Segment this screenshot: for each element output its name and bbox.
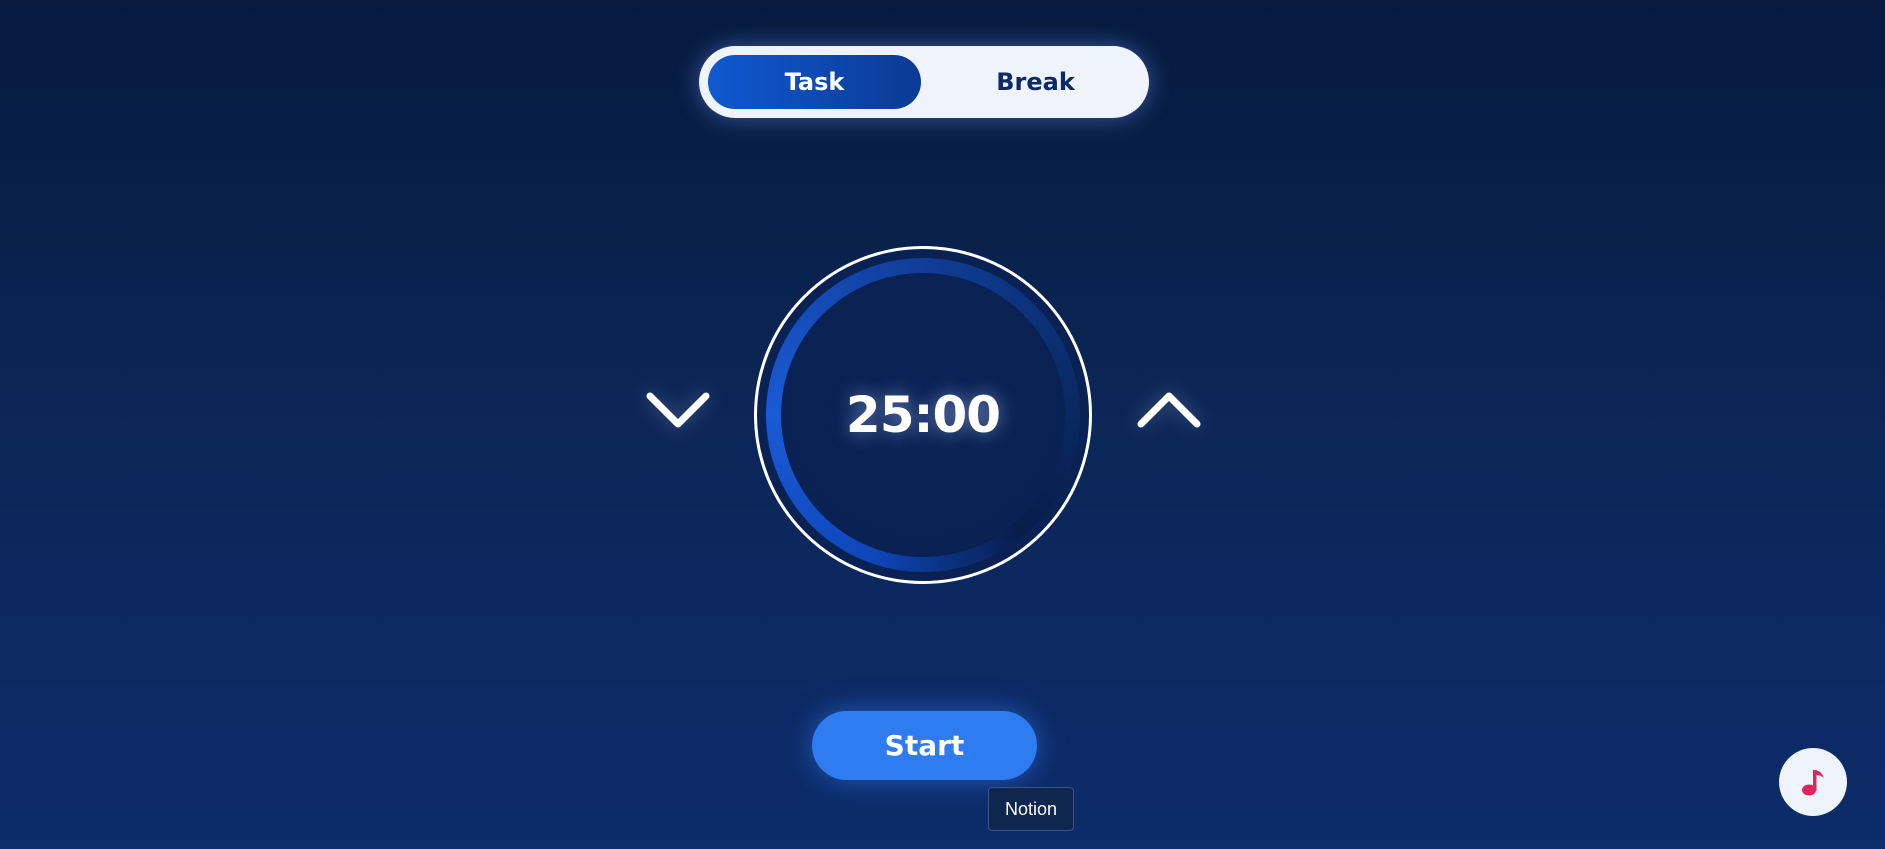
decrease-time-button[interactable] bbox=[638, 375, 718, 445]
chevron-down-icon bbox=[646, 392, 710, 428]
notion-tooltip: Notion bbox=[988, 787, 1074, 831]
start-button[interactable]: Start bbox=[812, 711, 1037, 780]
timer-display: 25:00 bbox=[845, 386, 1001, 444]
music-button[interactable] bbox=[1779, 748, 1847, 816]
chevron-up-icon bbox=[1137, 392, 1201, 428]
task-tab[interactable]: Task bbox=[708, 55, 921, 109]
music-note-icon bbox=[1802, 770, 1824, 796]
increase-time-button[interactable] bbox=[1129, 375, 1209, 445]
timer-dial: 25:00 bbox=[754, 246, 1092, 584]
mode-toggle: Task Break bbox=[699, 46, 1149, 118]
break-tab[interactable]: Break bbox=[931, 55, 1140, 109]
